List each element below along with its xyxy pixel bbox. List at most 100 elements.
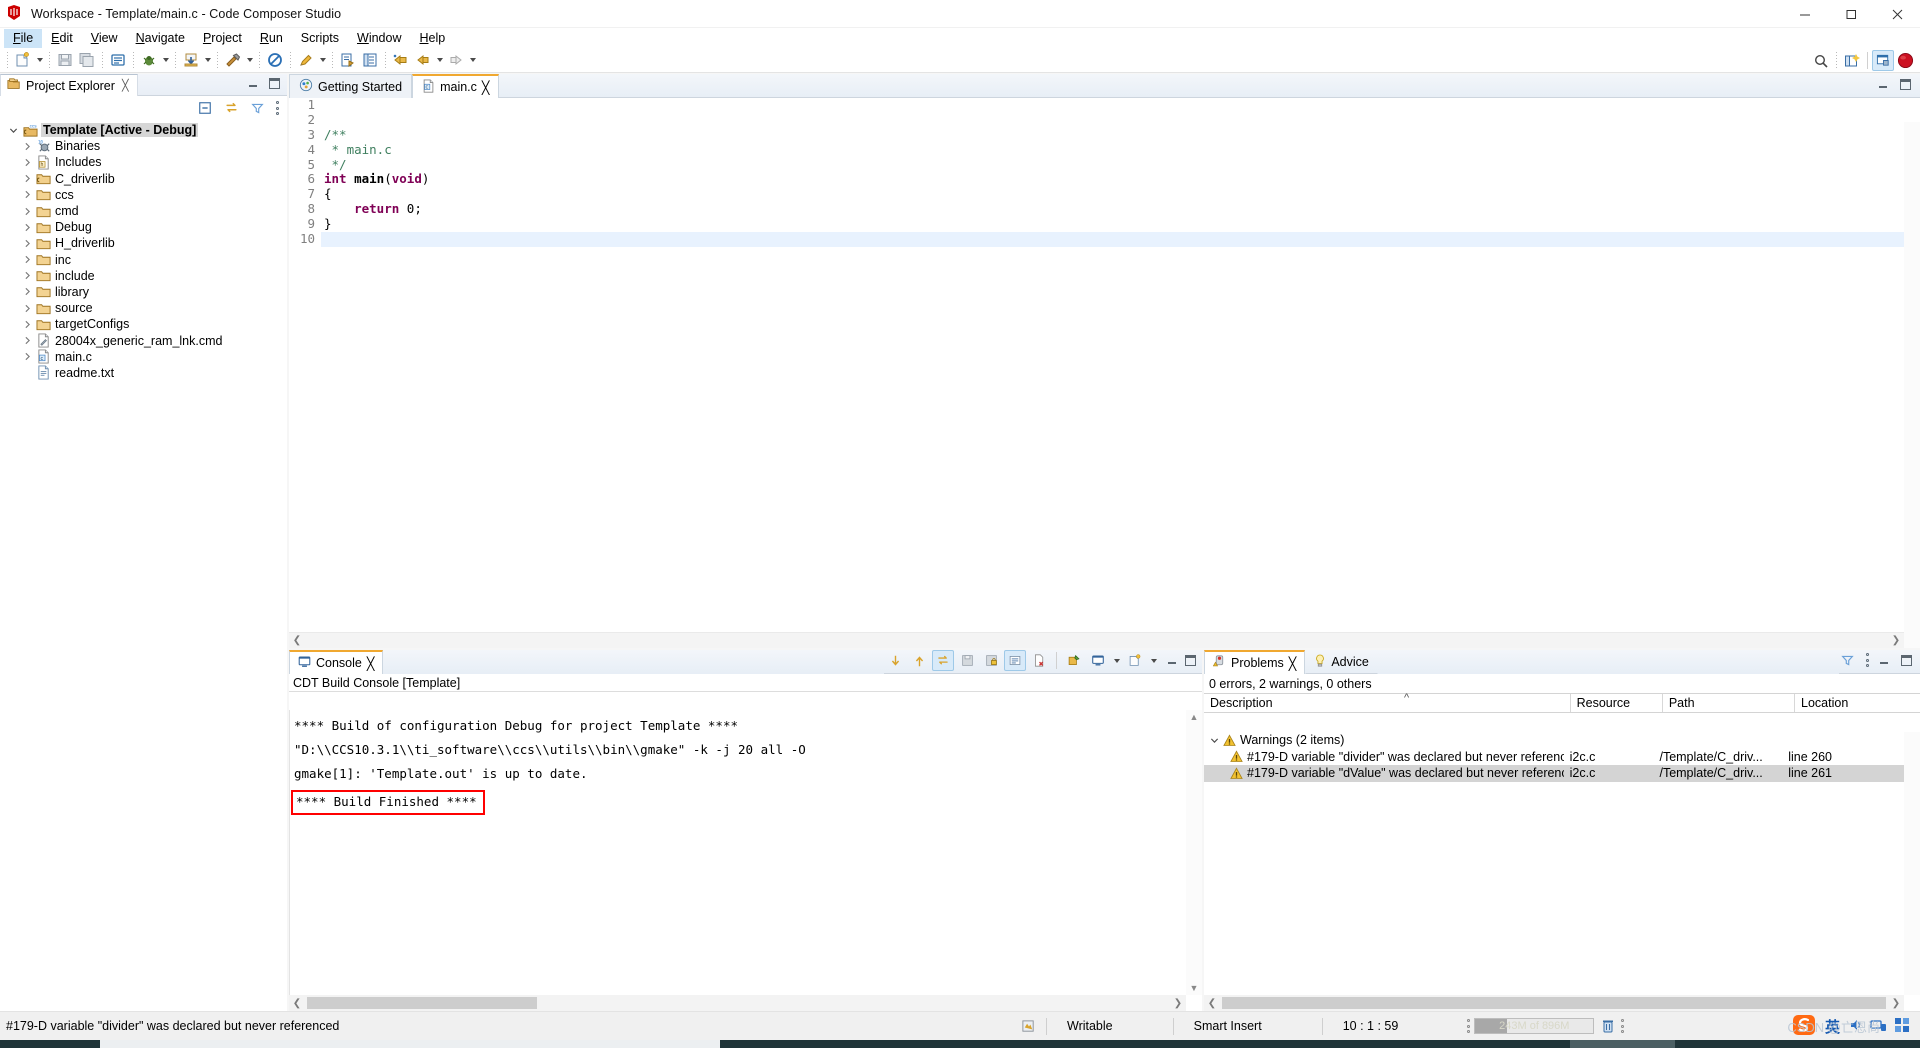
display-console-dropdown-arrow[interactable] [1111,650,1122,671]
close-icon[interactable]: ╳ [367,656,375,671]
ccs-debug-perspective-icon[interactable] [1894,50,1916,71]
menu-file[interactable]: File [4,28,43,48]
problems-horizontal-scrollbar[interactable]: ❮ ❯ [1204,995,1904,1011]
chevron-right-icon[interactable] [20,352,35,361]
code-line[interactable]: 9} [289,216,1904,232]
back-anchor-icon[interactable] [390,50,412,71]
chevron-down-icon[interactable] [6,126,21,135]
tree-item[interactable]: ccs Template [Active - Debug] [0,122,287,138]
console-output[interactable]: **** Build of configuration Debug for pr… [289,710,1186,995]
code-text[interactable]: int main(void) [321,172,1904,187]
maximize-icon[interactable] [1185,655,1196,666]
view-menu-icon[interactable] [275,101,279,115]
maximize-button[interactable] [1828,0,1874,28]
chevron-right-icon[interactable] [20,320,35,329]
save-all-icon[interactable] [76,50,98,71]
chevron-right-icon[interactable] [20,174,35,183]
code-line[interactable]: 8 return 0; [289,201,1904,217]
code-line[interactable]: 2 [289,112,1904,128]
open-console-icon[interactable] [107,50,129,71]
code-text[interactable]: */ [321,157,1904,173]
network-icon[interactable] [1870,1017,1887,1036]
code-line[interactable]: 5 */ [289,157,1904,173]
menu-edit[interactable]: Edit [42,29,82,48]
filter-icon[interactable] [1839,652,1855,668]
column-header-path[interactable]: Path [1663,694,1796,712]
code-editor[interactable]: 1 2 3/** 4 * main.c 5 */6 int main(void) 7{8 r… [289,98,1920,648]
tree-item[interactable]: source [0,300,287,316]
maximize-icon[interactable] [1901,654,1912,666]
tree-item[interactable]: library [0,284,287,300]
scroll-left-icon[interactable]: ❮ [1204,995,1220,1011]
tree-item[interactable]: H_driverlib [0,235,287,251]
link-with-editor-icon[interactable] [223,100,239,116]
maximize-icon[interactable] [269,78,280,89]
chevron-right-icon[interactable] [20,239,35,248]
menu-project[interactable]: Project [194,29,251,48]
build-hammer-icon[interactable] [222,50,244,71]
save-console-icon[interactable] [956,650,978,671]
chevron-right-icon[interactable] [20,142,35,151]
taskbar-other-window[interactable] [1570,1040,1675,1048]
menu-help[interactable]: Help [410,29,454,48]
minimize-icon[interactable] [1879,656,1891,665]
tree-item[interactable]: inc [0,252,287,268]
scroll-up-icon[interactable] [908,650,930,671]
view-menu-icon[interactable] [1865,653,1869,667]
memory-gauge[interactable]: 243M of 896M [1474,1018,1595,1034]
code-text[interactable] [321,98,1904,113]
status-drag-handle-2[interactable] [1620,1019,1624,1033]
trash-icon[interactable] [1600,1018,1616,1034]
code-text[interactable] [321,232,1904,247]
chevron-right-icon[interactable] [20,207,35,216]
column-header-resource[interactable]: Resource [1571,694,1663,712]
minimize-icon[interactable] [1167,656,1179,665]
display-console-icon[interactable] [1087,650,1109,671]
chevron-right-icon[interactable] [20,287,35,296]
save-icon[interactable] [54,50,76,71]
code-line[interactable]: 10 [289,231,1904,247]
run-dropdown-arrow[interactable] [202,50,213,71]
tree-item[interactable]: targetConfigs [0,316,287,332]
tab-problems[interactable]: Problems ╳ [1204,650,1306,674]
tree-item[interactable]: 28004x_generic_ram_lnk.cmd [0,332,287,348]
chevron-right-icon[interactable] [20,271,35,280]
table-row[interactable]: #179-D variable "dValue" was declared bu… [1204,765,1904,782]
clear-console-icon[interactable] [932,650,954,671]
tree-item[interactable]: include [0,268,287,284]
status-drag-handle[interactable] [1466,1019,1470,1033]
tree-item[interactable]: readme.txt [0,365,287,381]
show-console-icon[interactable] [1004,650,1026,671]
console-vertical-scrollbar[interactable]: ▲ ▼ [1186,710,1202,995]
code-lines[interactable]: 1 2 3/** 4 * main.c 5 */6 int main(void) 7{8 r… [289,98,1904,632]
scroll-left-icon[interactable]: ❮ [289,995,305,1011]
code-text[interactable]: return 0; [321,201,1904,217]
menu-view[interactable]: View [82,29,127,48]
open-perspective-icon[interactable] [1841,50,1863,71]
menu-run[interactable]: Run [251,29,292,48]
chevron-right-icon[interactable] [20,304,35,313]
sogou-ime-icon[interactable] [1792,1013,1818,1040]
search-icon[interactable] [1810,50,1832,71]
pin-console-icon[interactable] [1063,650,1085,671]
pen-dropdown-arrow[interactable] [317,50,328,71]
menu-window[interactable]: Window [348,29,410,48]
forward-arrow-icon[interactable] [445,50,467,71]
new-console-icon[interactable] [1124,650,1146,671]
volume-icon[interactable] [1847,1017,1863,1036]
chevron-right-icon[interactable] [20,336,35,345]
tree-item[interactable]: h Includes [0,154,287,170]
chevron-down-icon[interactable] [1210,736,1219,745]
action-center-icon[interactable] [1894,1017,1910,1036]
new-console-dropdown-arrow[interactable] [1148,650,1159,671]
back-arrow-icon[interactable] [412,50,434,71]
minimize-button[interactable] [1782,0,1828,28]
close-icon[interactable]: ╳ [122,79,129,92]
forward-dropdown-arrow[interactable] [467,50,478,71]
close-button[interactable] [1874,0,1920,28]
tree-item[interactable]: C_driverlib [0,171,287,187]
build-dropdown-arrow[interactable] [244,50,255,71]
filter-icon[interactable] [249,100,265,116]
code-text[interactable]: { [321,186,1904,202]
scroll-left-icon[interactable]: ❮ [289,633,305,649]
